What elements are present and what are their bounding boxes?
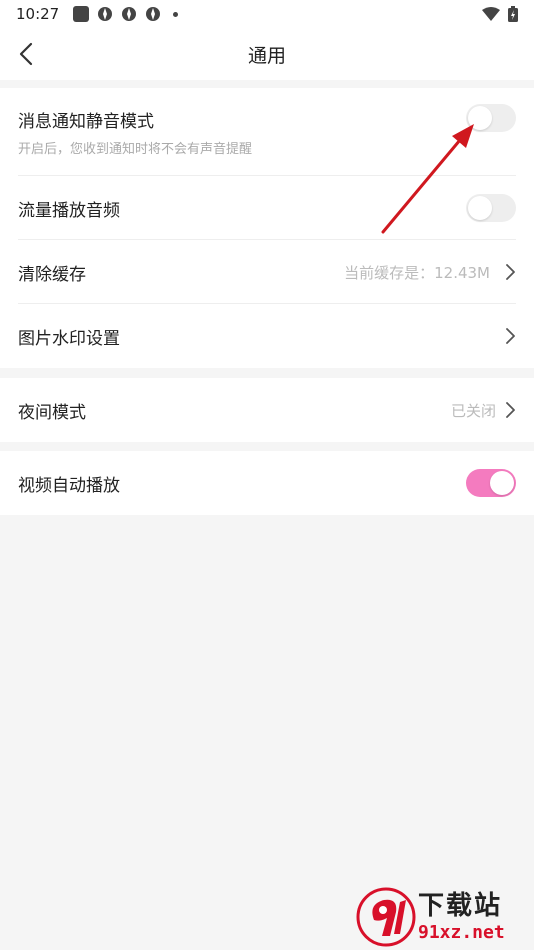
settings-group-video: 视频自动播放 xyxy=(0,451,534,515)
night-mode-status: 已关闭 xyxy=(450,401,496,420)
settings-group-general: 消息通知静音模式 开启后，您收到通知时将不会有声音提醒 流量播放音频 清除缓存 … xyxy=(0,88,534,368)
setting-label: 流量播放音频 xyxy=(18,200,120,221)
setting-row-night-mode[interactable]: 夜间模式 已关闭 xyxy=(0,378,534,442)
chevron-right-icon xyxy=(506,264,515,280)
setting-row-silent-notification: 消息通知静音模式 开启后，您收到通知时将不会有声音提醒 xyxy=(0,88,534,176)
page-title: 通用 xyxy=(247,44,286,67)
silent-notification-toggle[interactable] xyxy=(466,104,516,132)
app-notification-icon xyxy=(146,7,161,21)
chevron-right-icon xyxy=(506,328,515,344)
status-bar: 10:27 xyxy=(0,0,534,28)
settings-group-display: 夜间模式 已关闭 xyxy=(0,378,534,442)
status-time: 10:27 xyxy=(16,5,60,23)
back-arrow-icon xyxy=(19,42,33,66)
setting-row-mobile-data-audio: 流量播放音频 xyxy=(0,176,534,240)
chevron-right-icon xyxy=(506,402,515,418)
back-button[interactable] xyxy=(12,40,40,68)
app-header: 通用 xyxy=(0,28,534,80)
cache-size-value: 当前缓存是：12.43M xyxy=(344,263,490,282)
site-watermark: 下载站 91xz.net xyxy=(356,884,532,950)
toggle-knob xyxy=(468,196,492,220)
watermark-domain-text: 91xz.net xyxy=(418,922,505,943)
battery-icon xyxy=(508,6,518,22)
setting-label: 夜间模式 xyxy=(18,402,86,423)
setting-label: 图片水印设置 xyxy=(18,328,120,349)
setting-label: 视频自动播放 xyxy=(18,475,120,496)
wifi-icon xyxy=(482,7,500,21)
app-notification-icon xyxy=(122,7,137,21)
watermark-main-text: 下载站 xyxy=(418,891,503,921)
setting-label: 消息通知静音模式 xyxy=(18,112,154,132)
setting-row-clear-cache[interactable]: 清除缓存 当前缓存是：12.43M xyxy=(0,240,534,304)
video-autoplay-toggle[interactable] xyxy=(466,469,516,497)
setting-row-image-watermark[interactable]: 图片水印设置 xyxy=(0,304,534,368)
setting-row-video-autoplay: 视频自动播放 xyxy=(0,451,534,515)
more-notifications-dot xyxy=(173,11,179,17)
setting-description: 开启后，您收到通知时将不会有声音提醒 xyxy=(18,142,253,157)
toggle-knob xyxy=(490,471,514,495)
app-notification-icon xyxy=(98,7,113,21)
notification-app-icon xyxy=(73,6,90,22)
toggle-knob xyxy=(468,106,492,130)
setting-label: 清除缓存 xyxy=(18,264,86,285)
watermark-logo xyxy=(356,887,416,947)
mobile-data-audio-toggle[interactable] xyxy=(466,194,516,222)
